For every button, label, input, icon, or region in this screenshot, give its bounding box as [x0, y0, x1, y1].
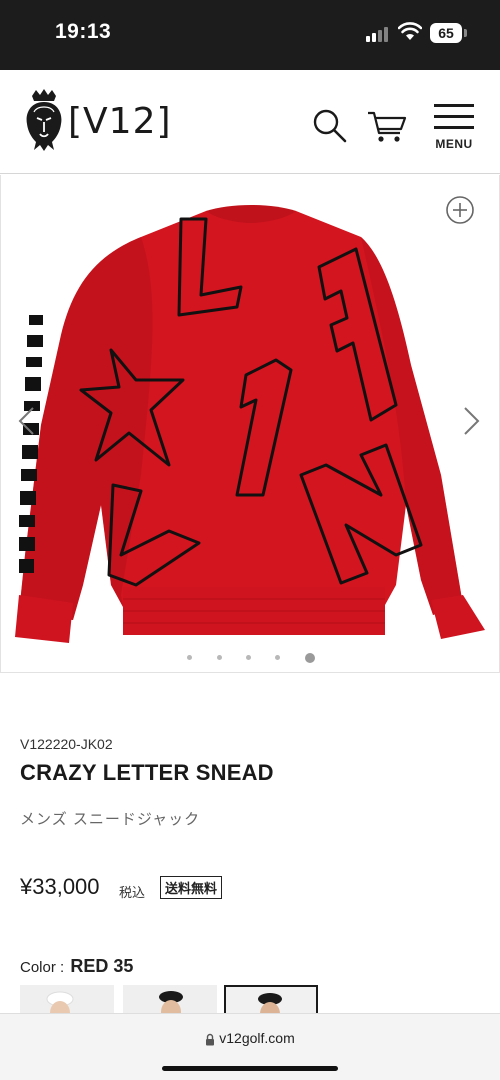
color-label: Color : [20, 959, 65, 976]
lock-icon [206, 1033, 215, 1046]
wifi-icon [398, 22, 422, 40]
lion-logo-icon[interactable] [22, 88, 66, 152]
pagination-dot-active[interactable] [304, 652, 315, 663]
search-icon[interactable] [312, 108, 348, 144]
color-selector-label: Color : RED 35 [20, 956, 133, 977]
home-indicator[interactable] [162, 1066, 338, 1071]
product-sku: V122220-JK02 [20, 736, 113, 752]
cellular-signal-icon [366, 26, 392, 42]
product-title: CRAZY LETTER SNEAD [20, 760, 274, 785]
chevron-right-icon[interactable] [461, 405, 483, 437]
pagination-dot[interactable] [187, 655, 193, 661]
product-image[interactable] [1, 175, 499, 645]
free-shipping-badge: 送料無料 [160, 876, 223, 899]
url-text: v12golf.com [219, 1030, 295, 1046]
tax-note: 税込 [119, 885, 146, 900]
logo-text[interactable]: [V12] [68, 101, 172, 142]
menu-button[interactable]: MENU [432, 102, 476, 151]
status-time: 19:13 [55, 20, 112, 43]
site-header: [V12] MENU [0, 70, 500, 174]
product-subtitle: メンズ スニードジャック [20, 811, 201, 828]
status-bar: 19:13 65 [0, 0, 500, 70]
pagination-dot[interactable] [216, 655, 222, 661]
battery-icon: 65 [430, 23, 462, 43]
menu-label: MENU [435, 137, 473, 151]
zoom-plus-icon[interactable] [445, 195, 475, 225]
product-price: ¥33,000 [20, 874, 100, 899]
url-display[interactable]: v12golf.com [0, 1030, 500, 1046]
pagination-dot[interactable] [246, 655, 251, 661]
product-gallery[interactable] [0, 175, 500, 673]
browser-address-bar[interactable]: v12golf.com [0, 1013, 500, 1080]
cart-icon[interactable] [366, 106, 408, 144]
color-value: RED 35 [70, 956, 134, 976]
pagination-dot[interactable] [275, 655, 281, 661]
gallery-pagination [1, 649, 500, 663]
battery-tip [464, 29, 467, 37]
chevron-left-icon[interactable] [15, 405, 37, 437]
